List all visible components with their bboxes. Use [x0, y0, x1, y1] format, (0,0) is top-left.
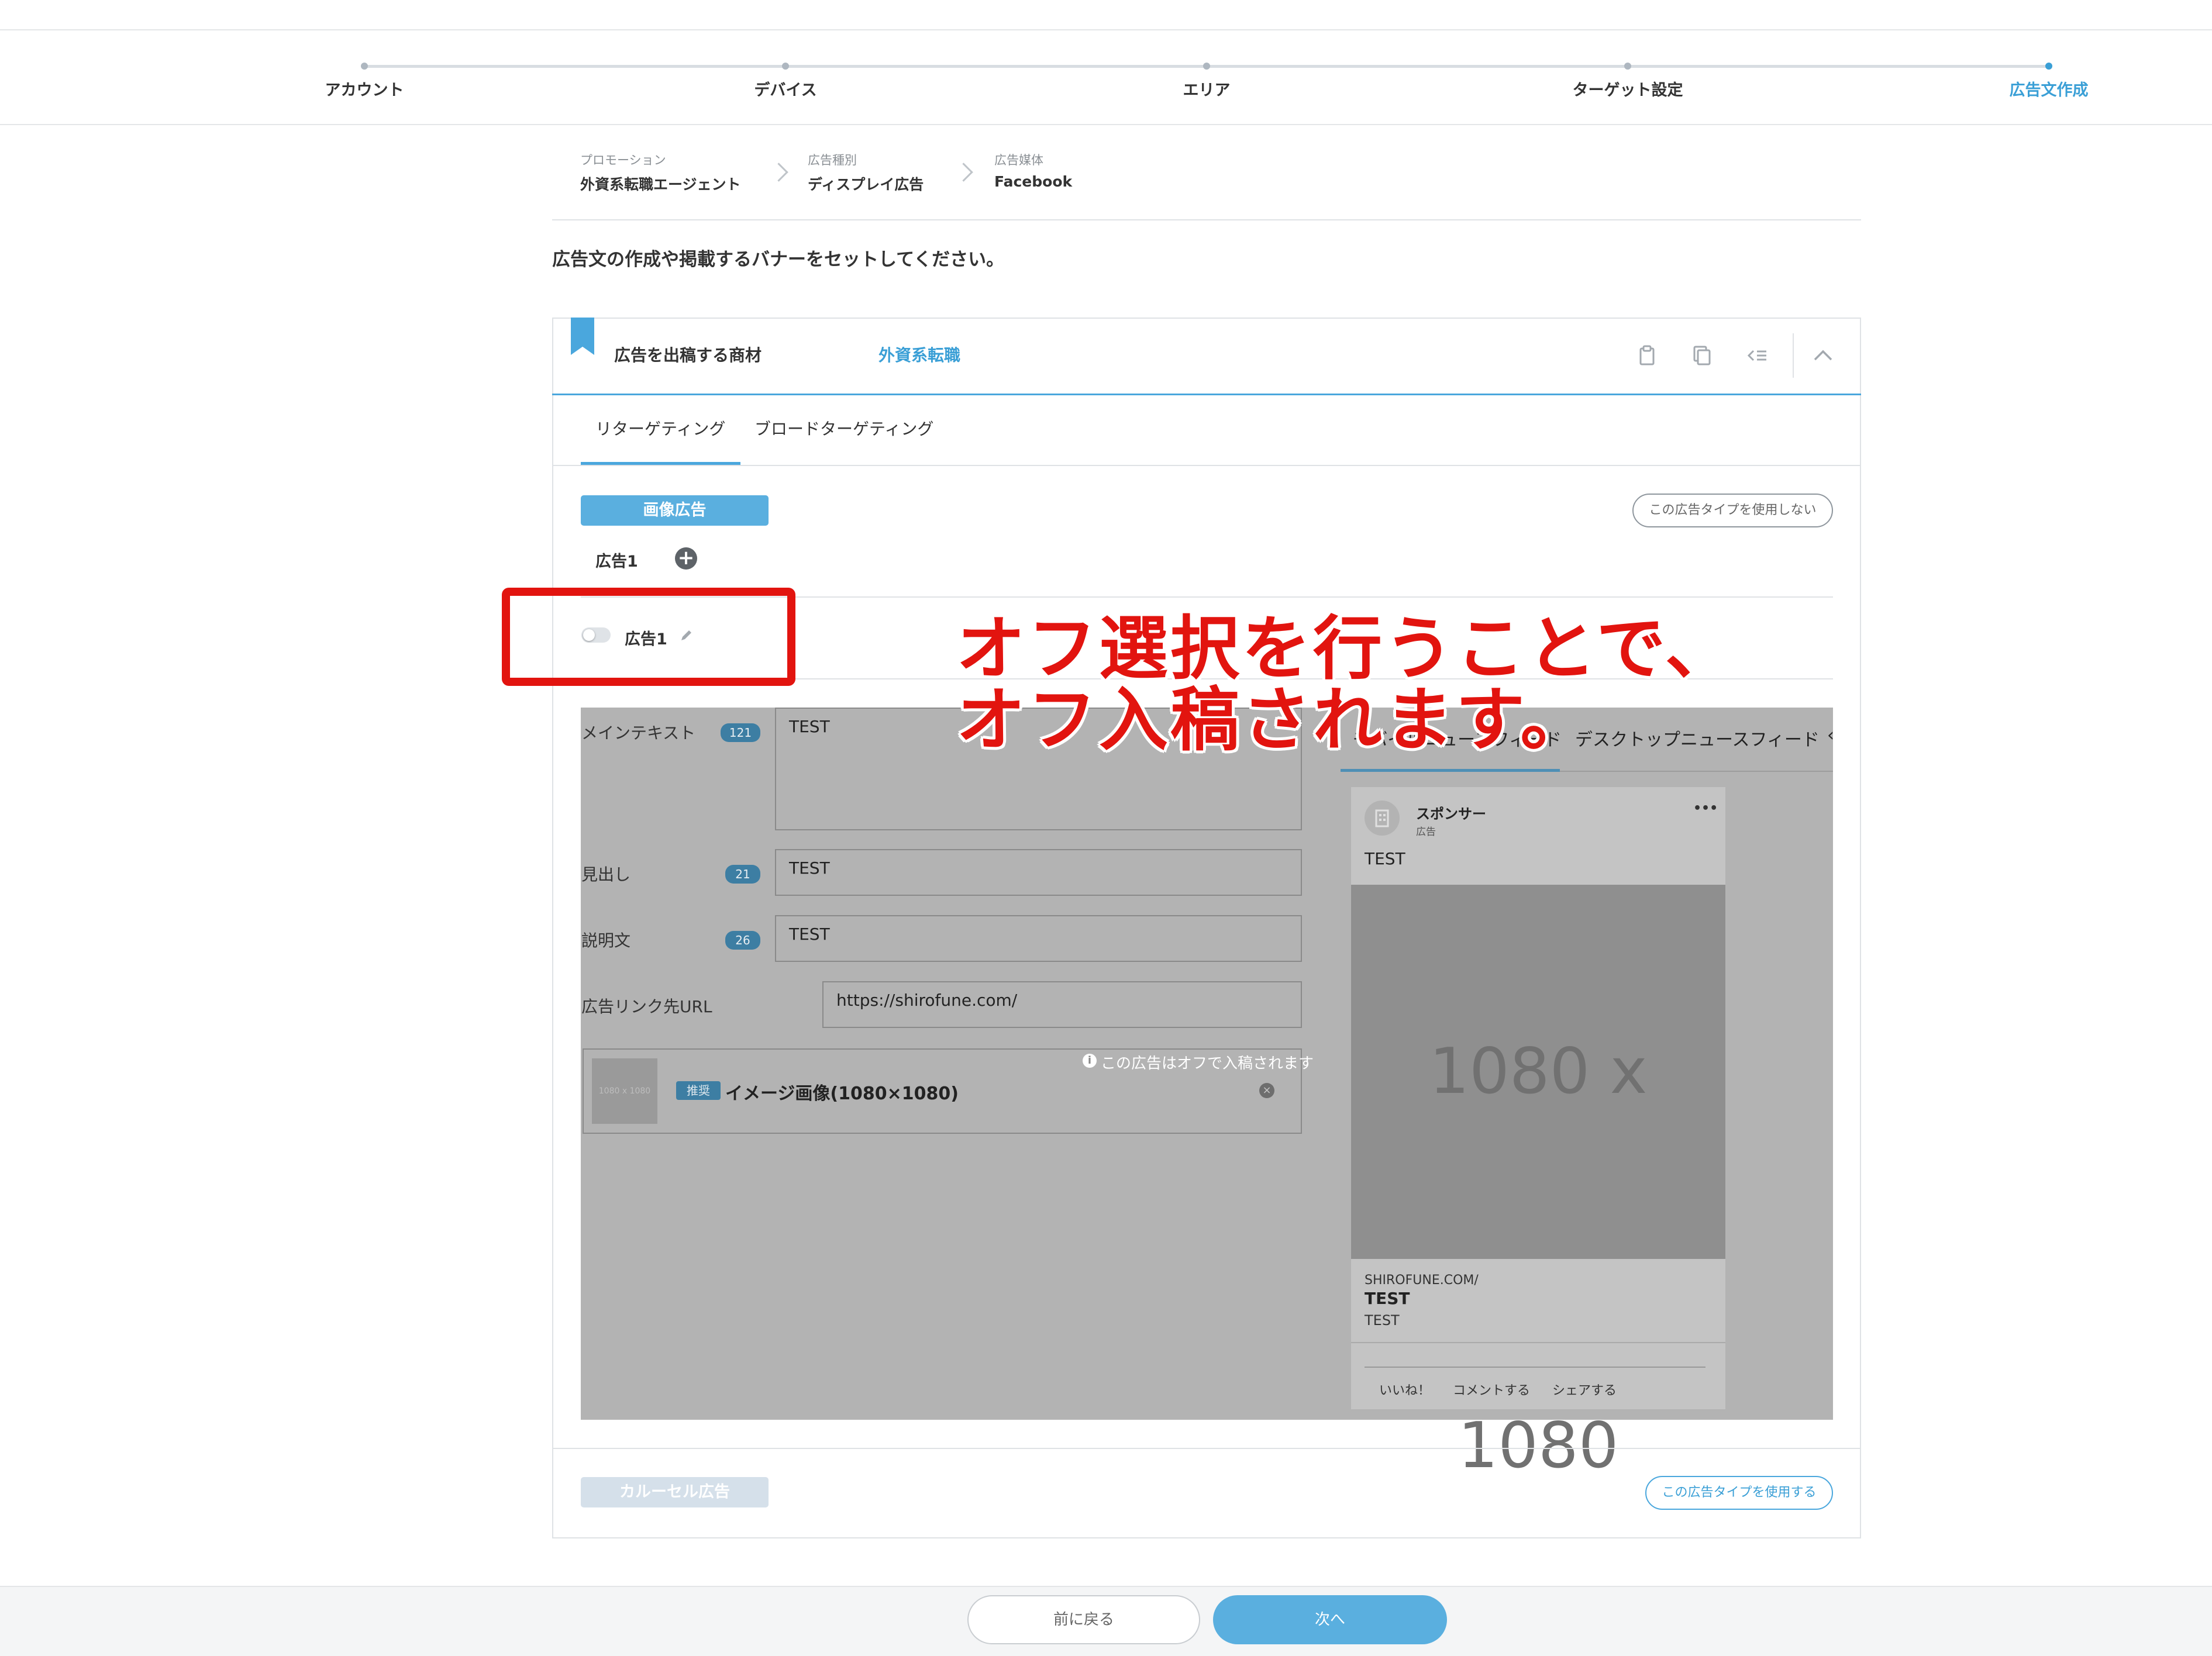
headline-count: 21 — [725, 865, 760, 884]
clipboard-icon[interactable] — [1635, 344, 1659, 367]
building-icon — [1365, 801, 1400, 836]
top-divider — [0, 29, 2212, 30]
remove-image-icon[interactable]: × — [1259, 1083, 1274, 1098]
sponsor-name: スポンサー — [1416, 806, 1486, 822]
like-action: いいね！ — [1379, 1384, 1431, 1398]
recommended-badge: 推奨 — [676, 1081, 721, 1100]
breadcrumb-caption-promotion: プロモーション — [580, 153, 666, 167]
headline-field[interactable]: TEST — [775, 849, 1302, 896]
enable-ad-type-button[interactable]: この広告タイプを使用する — [1645, 1476, 1833, 1510]
off-submission-note: この広告はオフで入稿されます — [1101, 1055, 1314, 1072]
card-header-label: 広告を出稿する商材 — [614, 346, 762, 365]
description-label: 説明文 — [581, 931, 631, 950]
stepper-dot-target — [1624, 63, 1631, 70]
tabs-divider — [552, 465, 1861, 466]
step-ad-text[interactable]: 広告文作成 — [1944, 77, 2154, 100]
next-button[interactable]: 次へ — [1213, 1595, 1447, 1644]
tab-broad-targeting[interactable]: ブロードターゲティング — [754, 416, 933, 440]
breadcrumb-value-ad-type: ディスプレイ広告 — [808, 176, 924, 193]
step-area[interactable]: エリア — [1101, 77, 1312, 100]
description-field[interactable]: TEST — [775, 915, 1302, 962]
card-header-value: 外資系転職 — [878, 346, 961, 365]
page-instruction: 広告文の作成や掲載するバナーをセットしてください。 — [552, 249, 1005, 270]
main-text-count: 121 — [721, 723, 760, 742]
url-field[interactable]: https://shirofune.com/ — [822, 981, 1302, 1028]
more-options-icon[interactable]: ••• — [1693, 801, 1718, 816]
annotation-line-1: オフ選択を行うことで、 — [956, 608, 1736, 689]
image-thumbnail: 1080 x 1080 — [592, 1058, 657, 1124]
step-device[interactable]: デバイス — [680, 77, 891, 100]
header-icon-divider — [1793, 333, 1794, 378]
preview-description: TEST — [1365, 1312, 1400, 1329]
preview-image: 1080 x 1080 — [1351, 885, 1725, 1482]
annotation-text: オフ選択を行うことで、 オフ入稿されます。 — [956, 613, 1736, 755]
breadcrumb-value-promotion: 外資系転職エージェント — [580, 176, 741, 193]
more-tabs-icon[interactable]: ‹ — [1827, 725, 1834, 746]
breadcrumb-caption-ad-type: 広告種別 — [808, 153, 857, 167]
preview-active-tab-indicator — [1341, 769, 1560, 772]
stepper-dot-device — [782, 63, 789, 70]
add-ad-icon[interactable]: + — [675, 547, 697, 570]
annotation-highlight-box — [502, 588, 795, 686]
image-label: イメージ画像(1080×1080) — [725, 1084, 959, 1104]
disable-ad-type-button[interactable]: この広告タイプを使用しない — [1632, 494, 1833, 527]
url-label: 広告リンク先URL — [581, 997, 712, 1016]
preview-divider — [1351, 1342, 1725, 1343]
sponsor-sub: 広告 — [1416, 826, 1436, 838]
stepper-dot-area — [1203, 63, 1210, 70]
stepper-divider — [0, 124, 2212, 125]
breadcrumb-divider — [552, 219, 1861, 220]
annotation-line-2: オフ入稿されます。 — [956, 679, 1592, 760]
headline-label: 見出し — [581, 865, 631, 884]
stepper-dot-account — [361, 63, 368, 70]
share-action: シェアする — [1552, 1384, 1617, 1398]
preview-domain: SHIROFUNE.COM/ — [1365, 1273, 1479, 1288]
comment-action: コメントする — [1453, 1384, 1531, 1398]
preview-action-divider — [1365, 1367, 1705, 1368]
stepper-dot-ad-text — [2045, 63, 2052, 70]
image-ad-type-label: 画像広告 — [581, 495, 769, 526]
breadcrumb-value-media: Facebook — [994, 173, 1073, 190]
breadcrumb-caption-media: 広告媒体 — [994, 153, 1043, 167]
carousel-divider — [552, 1448, 1861, 1449]
info-icon: i — [1083, 1054, 1097, 1068]
description-count: 26 — [725, 931, 760, 950]
ad-tab-1[interactable]: 広告1 — [595, 548, 638, 571]
back-button[interactable]: 前に戻る — [967, 1595, 1200, 1644]
tab-retargeting[interactable]: リターゲティング — [595, 416, 725, 440]
carousel-ad-type-label: カルーセル広告 — [581, 1477, 769, 1507]
main-text-label: メインテキスト — [581, 723, 696, 743]
step-account[interactable]: アカウント — [259, 77, 470, 100]
list-icon[interactable] — [1745, 344, 1769, 367]
copy-icon[interactable] — [1690, 344, 1714, 367]
preview-headline: TEST — [1365, 1289, 1410, 1308]
chevron-right-icon — [954, 163, 973, 182]
preview-text: TEST — [1365, 849, 1405, 868]
chevron-right-icon — [769, 163, 788, 182]
card-header-underline — [552, 394, 1861, 395]
step-target-settings[interactable]: ターゲット設定 — [1522, 77, 1733, 100]
chevron-up-icon[interactable] — [1811, 344, 1835, 367]
